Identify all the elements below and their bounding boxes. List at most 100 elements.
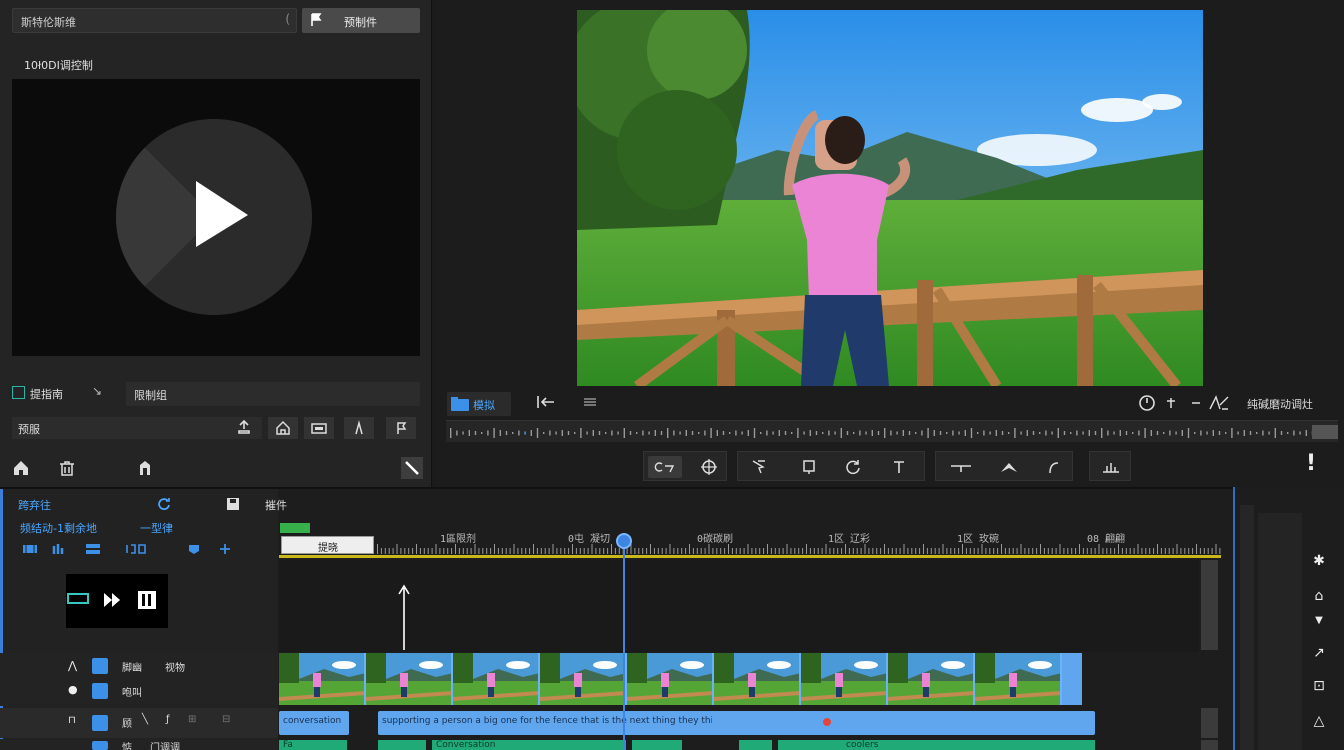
tag-icon[interactable] [137, 459, 153, 477]
menu-icon[interactable] [582, 396, 598, 408]
scrub-tick [543, 432, 545, 434]
back-arrow-icon[interactable] [536, 394, 556, 410]
audio2-scrollbar[interactable] [1201, 740, 1218, 750]
thumbnail-preview[interactable] [66, 574, 168, 628]
levels-button[interactable] [1098, 456, 1124, 478]
clock-icon[interactable] [1138, 394, 1156, 412]
solo-icon[interactable]: ƒ [166, 714, 170, 725]
ruler-tick [1008, 548, 1010, 554]
audio-track-icon[interactable] [92, 715, 108, 731]
audio-clip-green[interactable]: coolers [778, 740, 1095, 750]
scrub-tick [487, 430, 489, 436]
ruler-tick [1118, 544, 1119, 554]
playhead[interactable] [616, 533, 632, 549]
ruler-tick [1133, 548, 1135, 554]
audio-clip-green[interactable] [739, 740, 772, 750]
trim-button[interactable] [948, 456, 974, 478]
media-preview[interactable] [12, 79, 420, 356]
rotate-button[interactable] [840, 456, 866, 478]
audio-marker[interactable] [823, 718, 831, 726]
eye-icon[interactable]: ⋀ [68, 659, 77, 672]
audio-clip[interactable]: conversation [279, 711, 349, 735]
layers-icon[interactable] [85, 543, 101, 555]
preset-field[interactable]: 预服 [12, 417, 262, 439]
track-header-video[interactable]: ⋀ 脚幽 视物 ● 咆叫 [0, 653, 278, 706]
snap-icon[interactable]: ⌂ [1310, 588, 1328, 604]
target-icon [701, 459, 717, 475]
frame-button[interactable] [796, 456, 822, 478]
audio-clip-green[interactable] [378, 740, 426, 750]
scrub-bar[interactable] [446, 420, 1338, 442]
dropdown-arrow-icon[interactable]: ▼ [1310, 615, 1328, 626]
pin-icon[interactable] [1164, 396, 1178, 410]
dash-icon[interactable] [1190, 398, 1202, 408]
home-icon[interactable] [12, 459, 30, 477]
film-icon[interactable] [22, 543, 38, 555]
ruler-tick [872, 548, 874, 554]
chevron-icon[interactable]: ↘ [92, 384, 102, 398]
audio-lock-icon[interactable]: ⊓ [68, 715, 76, 726]
alert-icon[interactable]: ! [1306, 451, 1316, 476]
up-triangle-icon[interactable]: △ [1310, 713, 1328, 729]
audio-clip-green[interactable]: Fa [279, 740, 347, 750]
timeline-tab[interactable]: 摧件 [265, 497, 287, 513]
scrub-tick [735, 430, 737, 436]
razor-icon[interactable]: ↗ [1310, 645, 1328, 661]
search-input[interactable]: 斯特伦斯维 ( [12, 8, 297, 33]
audio-track2-icon[interactable] [92, 741, 108, 750]
video-track-icon[interactable] [92, 658, 108, 674]
checkbox-box[interactable] [12, 386, 25, 399]
select-button[interactable] [746, 456, 772, 478]
marker-icon[interactable] [187, 543, 201, 555]
ruler-tick [1199, 548, 1201, 554]
text-tool-button[interactable] [886, 456, 912, 478]
save-icon[interactable] [226, 497, 240, 511]
up-button[interactable] [996, 456, 1022, 478]
sync-icon[interactable]: ⊟ [222, 714, 230, 725]
clear-icon[interactable]: ( [285, 12, 290, 26]
asterisk-icon[interactable]: ✱ [1310, 553, 1328, 569]
video-frame[interactable] [577, 10, 1203, 386]
limit-dropdown[interactable]: 限制组 [126, 382, 420, 406]
link-icon[interactable] [125, 543, 149, 555]
flag-button[interactable] [386, 417, 416, 439]
target-button[interactable] [696, 456, 722, 478]
audio-clip-green[interactable]: Conversation [432, 740, 626, 750]
timeline-search[interactable]: 提晓 [281, 536, 374, 554]
tab-edit[interactable]: 模拟 [447, 392, 511, 416]
video-clip[interactable] [279, 653, 1095, 705]
bin-icon[interactable] [58, 459, 76, 477]
home-button[interactable] [268, 417, 298, 439]
scrub-tick [1119, 430, 1121, 436]
ruler-tick [954, 548, 956, 554]
record-icon[interactable]: ⊞ [188, 714, 196, 725]
bars-icon[interactable] [52, 543, 66, 555]
audio-clip-green[interactable] [632, 740, 682, 750]
folder-button[interactable] [304, 417, 334, 439]
image-icon[interactable]: ⊡ [1310, 678, 1328, 694]
mute-icon[interactable]: ╲ [142, 714, 148, 725]
track-header-audio2[interactable]: 惦 门调调 [0, 739, 278, 750]
video-track2-icon[interactable] [92, 683, 108, 699]
audio-clip[interactable]: supporting a person a big one for the fe… [378, 711, 1095, 735]
track-header-audio[interactable]: ⊓ 顾 ╲ ƒ ⊞ ⊟ [0, 708, 278, 738]
audio-scrollbar[interactable] [1201, 708, 1218, 738]
add-icon[interactable] [218, 543, 232, 555]
upload-icon[interactable] [237, 419, 251, 435]
settings-icon[interactable] [1208, 395, 1230, 411]
crop-button[interactable] [648, 456, 682, 478]
lock-icon[interactable]: ● [68, 683, 78, 696]
play-button[interactable] [116, 119, 312, 315]
scrub-end-button[interactable] [1312, 425, 1338, 439]
blade-tool-button[interactable] [401, 457, 423, 479]
in-point-marker[interactable] [280, 523, 310, 533]
text-button[interactable] [344, 417, 374, 439]
import-button[interactable]: 预制件 [302, 8, 420, 33]
scrub-tick [853, 432, 855, 434]
timeline-ruler[interactable] [279, 520, 1221, 558]
track-scrollbar[interactable] [1201, 560, 1218, 650]
curve-button[interactable] [1040, 456, 1066, 478]
refresh-icon[interactable] [157, 497, 171, 511]
empty-track-area[interactable] [279, 560, 1199, 652]
guide-checkbox[interactable]: 提指南 ↘ [12, 382, 112, 406]
